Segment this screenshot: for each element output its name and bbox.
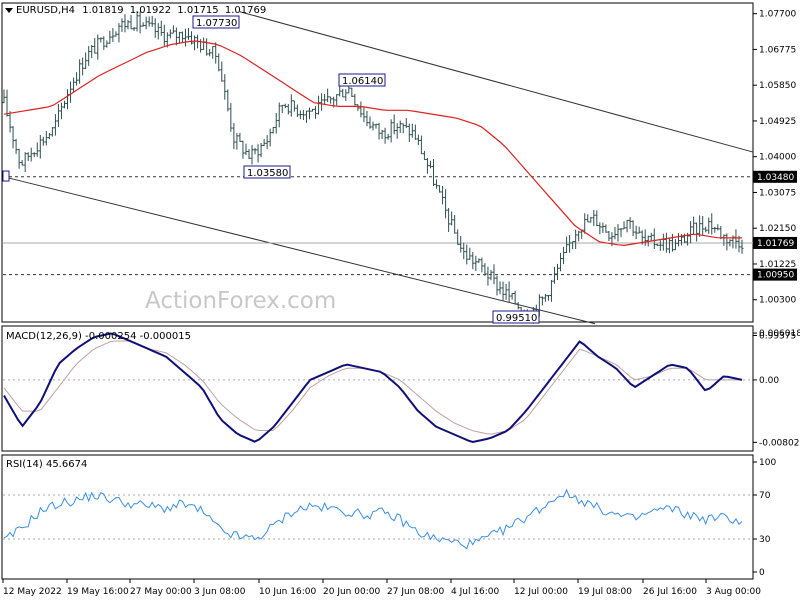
macd-y-tick-label: -0.00802 xyxy=(759,438,799,448)
low-value: 1.01715 xyxy=(177,5,218,16)
x-axis: 12 May 2022 19 May 16:00 27 May 00:00 3 Jun… xyxy=(2,579,761,597)
x-tick-label: 19 Jul 08:00 xyxy=(578,587,632,597)
y-tick-label: 1.07700 xyxy=(759,10,796,20)
x-tick-label: 12 May 2022 xyxy=(3,587,62,597)
x-tick-label: 10 Jun 16:00 xyxy=(259,587,316,597)
y-tick-label: 1.01225 xyxy=(759,260,796,270)
y-tick-label: 1.02150 xyxy=(759,224,796,234)
level-label-support: 1.00950 xyxy=(757,271,794,281)
open-value: 1.01819 xyxy=(82,5,123,16)
y-tick-label: 1.06775 xyxy=(759,45,796,55)
x-tick-label: 3 Aug 00:00 xyxy=(706,587,761,597)
watermark: ActionForex.com xyxy=(145,288,336,314)
symbol-label: EURUSD,H4 xyxy=(16,5,75,16)
y-tick-label: 1.05850 xyxy=(759,81,796,91)
level-label-resistance: 1.03480 xyxy=(757,173,794,183)
high-value: 1.01922 xyxy=(130,5,171,16)
x-tick-label: 12 Jul 00:00 xyxy=(514,587,568,597)
x-tick-label: 19 May 16:00 xyxy=(67,587,129,597)
close-value: 1.01769 xyxy=(225,5,266,16)
price-annotation: 1.06140 xyxy=(342,76,383,87)
price-annotation: 1.03580 xyxy=(247,168,288,179)
macd-y-tick-label: 0.00 xyxy=(759,376,779,386)
y-tick-label: 1.00300 xyxy=(759,296,796,306)
x-tick-label: 27 Jun 08:00 xyxy=(387,587,444,597)
price-header: EURUSD,H4 1.01819 1.01922 1.01715 1.0176… xyxy=(5,5,266,16)
x-tick-label: 3 Jun 08:00 xyxy=(194,587,246,597)
y-tick-label: 1.04000 xyxy=(759,153,796,163)
rsi-header: RSI(14) 45.6674 xyxy=(6,459,87,470)
rsi-y-tick-label: 0 xyxy=(759,568,765,578)
price-annotation: 0.99510 xyxy=(496,313,537,324)
x-tick-label: 4 Jul 16:00 xyxy=(451,587,500,597)
rsi-y-tick-label: 70 xyxy=(759,491,771,501)
macd-panel xyxy=(1,325,754,452)
macd-y-tick-label: 0.006018 xyxy=(759,329,800,339)
level-label-current: 1.01769 xyxy=(757,239,794,249)
rsi-y-tick-label: 30 xyxy=(759,535,771,545)
rsi-panel xyxy=(1,454,754,580)
x-tick-label: 20 Jun 00:00 xyxy=(323,587,380,597)
macd-header: MACD(12,26,9) -0.000254 -0.000015 xyxy=(6,331,191,342)
x-tick-label: 27 May 00:00 xyxy=(130,587,192,597)
y-tick-label: 1.03075 xyxy=(759,188,796,198)
y-tick-label: 1.04925 xyxy=(759,117,796,127)
x-tick-label: 26 Jul 16:00 xyxy=(643,587,697,597)
left-marker xyxy=(2,170,10,182)
svg-text:EURUSD,H4 1.01819: EURUSD,H4 1.01819 1.01922 1.01715 1.0176… xyxy=(16,5,266,16)
price-annotation: 1.07730 xyxy=(196,18,237,29)
rsi-y-tick-label: 100 xyxy=(759,458,776,468)
forex-chart: ActionForex.com 1.07700 1.06775 1.05850 1.0… xyxy=(1,2,800,597)
